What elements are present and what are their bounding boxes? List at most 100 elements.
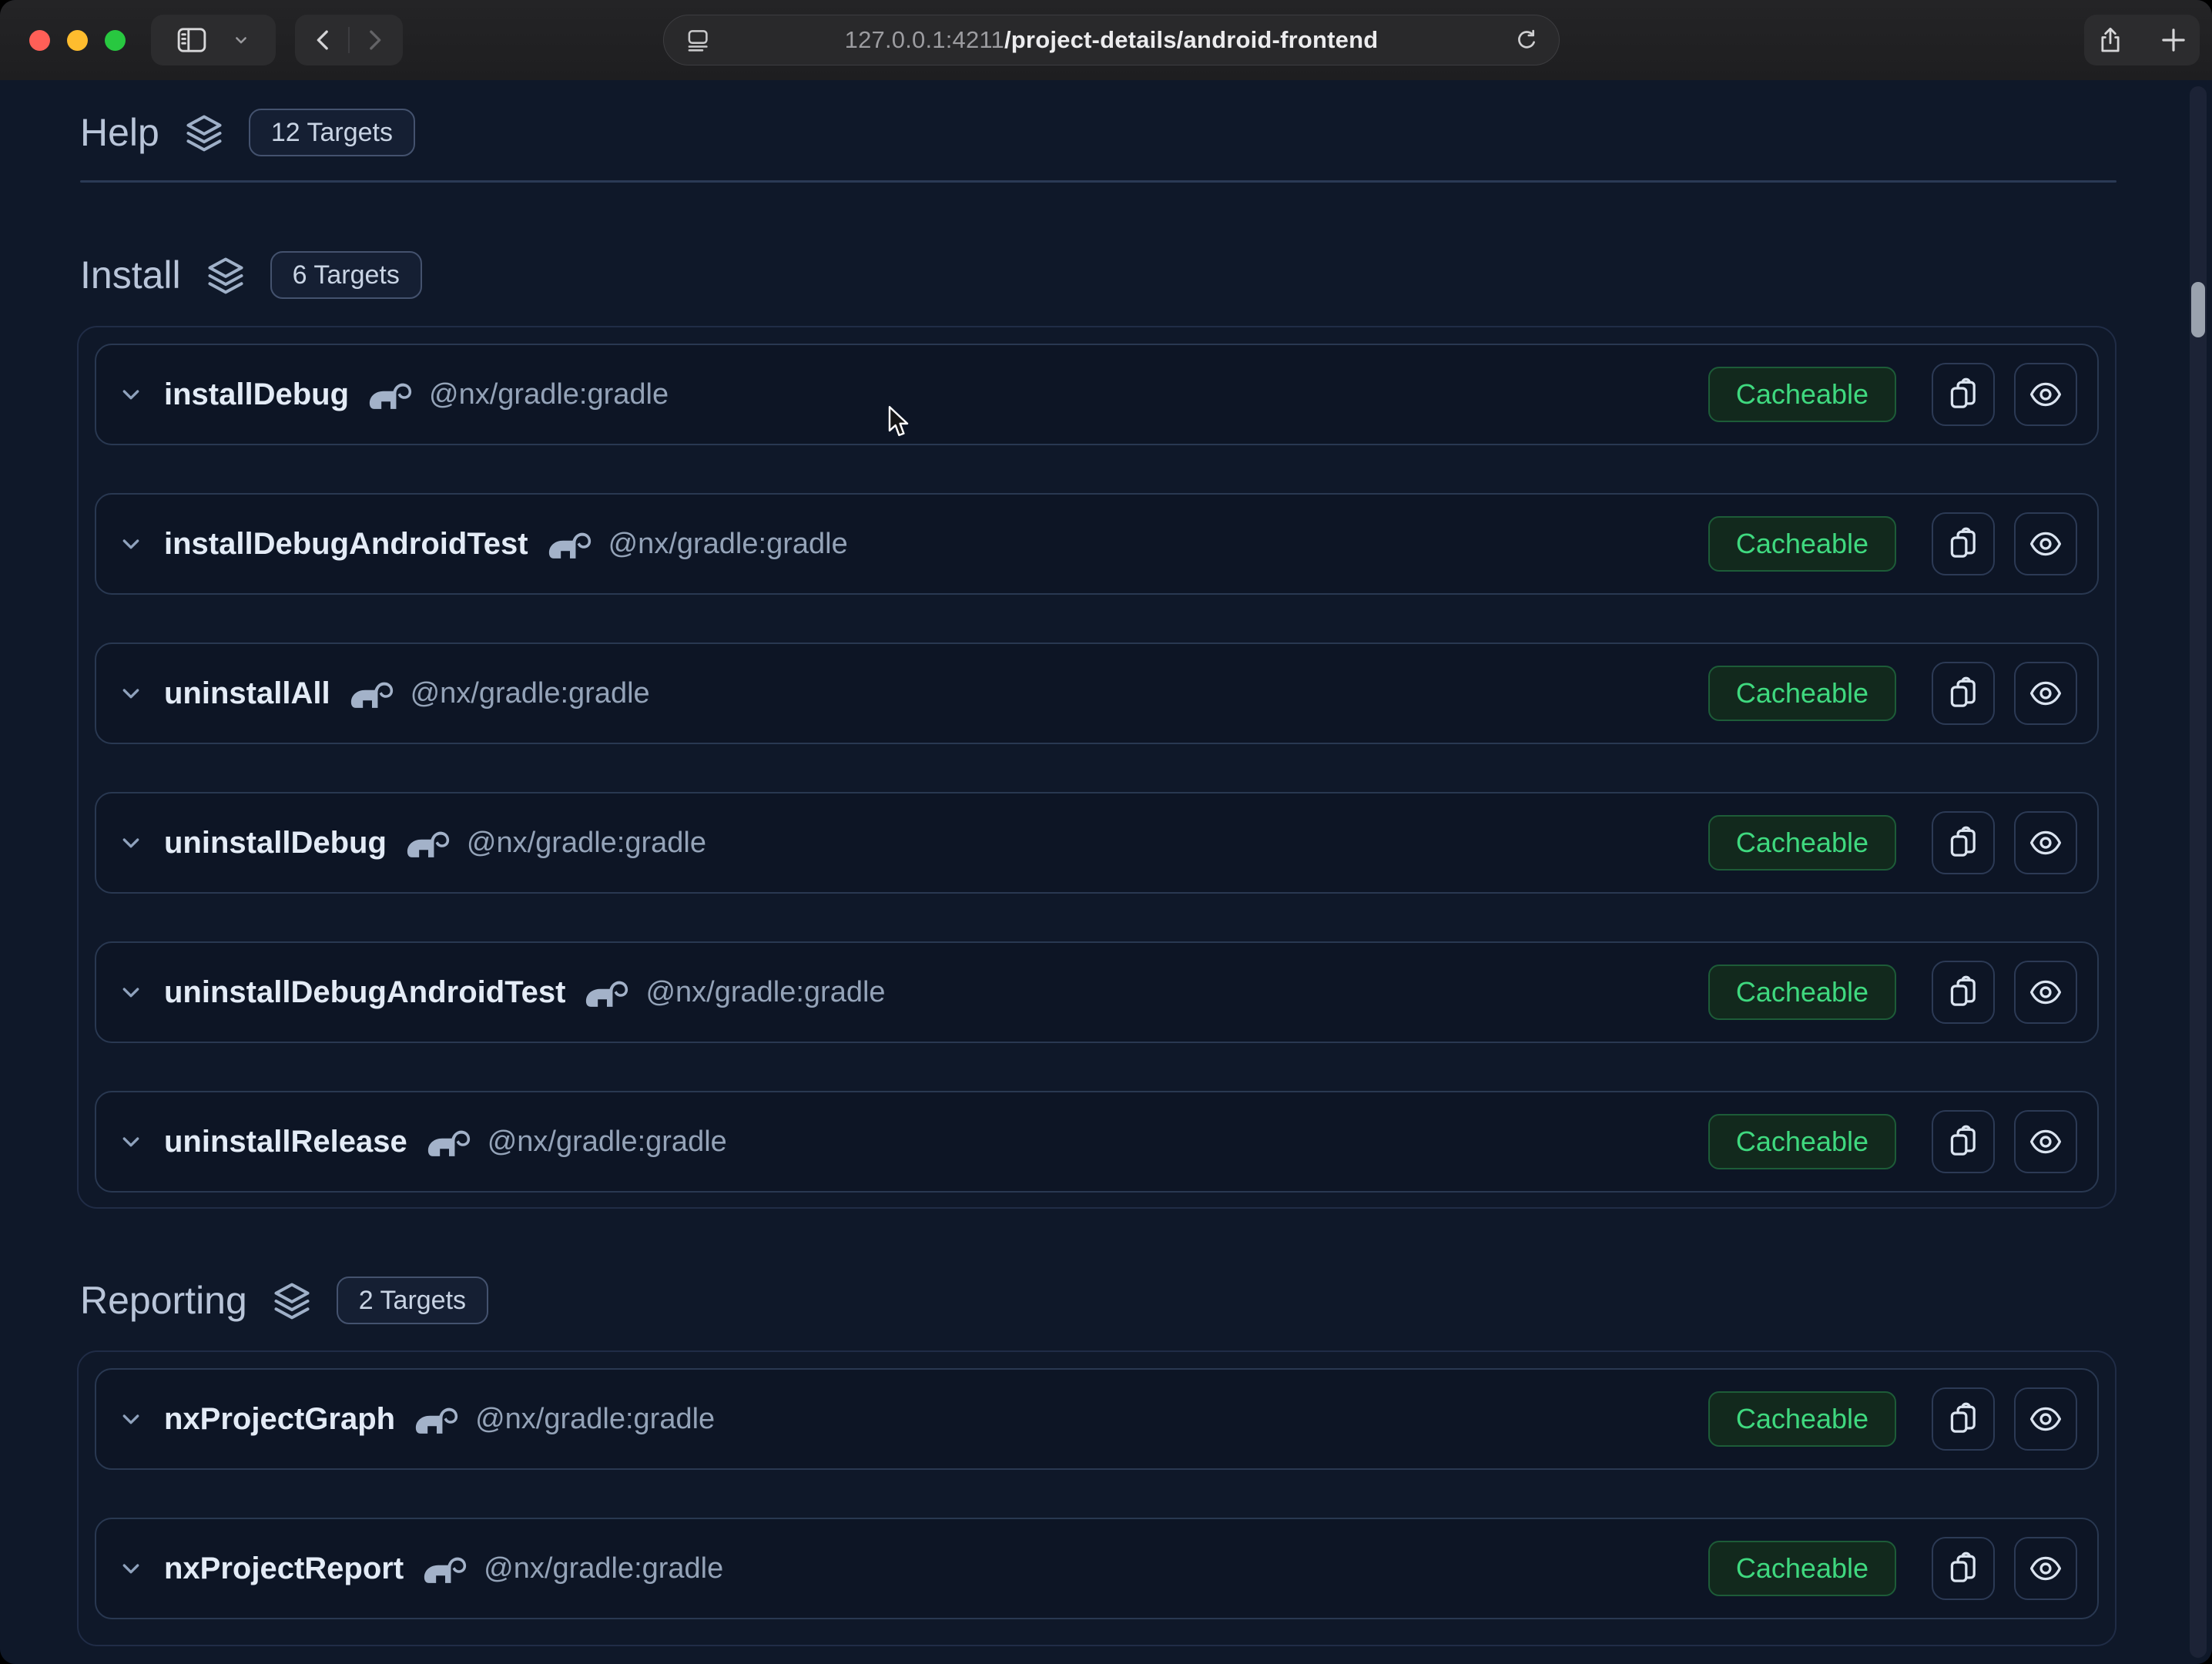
target-row[interactable]: uninstallAll @nx/gradle:gradle Cacheable — [95, 642, 2099, 744]
targets-count-badge: 6 Targets — [270, 251, 422, 299]
cacheable-badge: Cacheable — [1708, 516, 1896, 572]
traffic-lights — [29, 30, 126, 51]
section-title: Help — [80, 110, 159, 155]
copy-task-id-button[interactable] — [1932, 1537, 1995, 1600]
close-window-button[interactable] — [29, 30, 50, 51]
view-task-button[interactable] — [2014, 1537, 2077, 1600]
cacheable-badge: Cacheable — [1708, 1541, 1896, 1596]
target-name: uninstallDebugAndroidTest — [164, 975, 565, 1010]
cacheable-badge: Cacheable — [1708, 367, 1896, 422]
eye-icon — [2028, 676, 2063, 711]
view-task-button[interactable] — [2014, 1387, 2077, 1451]
target-executor: @nx/gradle:gradle — [484, 1552, 723, 1585]
section-header-help: Help 12 Targets — [80, 108, 415, 157]
back-button[interactable] — [308, 25, 339, 55]
chevron-down-icon[interactable] — [116, 1404, 146, 1434]
copy-task-id-button[interactable] — [1932, 1110, 1995, 1173]
gradle-icon — [585, 978, 628, 1008]
chevron-down-icon[interactable] — [116, 1127, 146, 1156]
copy-task-id-button[interactable] — [1932, 512, 1995, 575]
target-group-reporting: nxProjectGraph @nx/gradle:gradle Cacheab… — [77, 1350, 2116, 1646]
targets-count-badge: 12 Targets — [249, 109, 415, 156]
url-host: 127.0.0.1:4211 — [845, 26, 1004, 53]
eye-icon — [2028, 1124, 2063, 1159]
target-row[interactable]: uninstallDebug @nx/gradle:gradle Cacheab… — [95, 792, 2099, 894]
target-group-install: installDebug @nx/gradle:gradle Cacheable — [77, 326, 2116, 1209]
copy-icon — [1946, 377, 1981, 412]
target-name: uninstallAll — [164, 676, 330, 711]
copy-icon — [1946, 1401, 1981, 1437]
cacheable-badge: Cacheable — [1708, 1391, 1896, 1447]
copy-task-id-button[interactable] — [1932, 363, 1995, 426]
gradle-icon — [427, 1127, 471, 1157]
share-button[interactable] — [2094, 24, 2127, 56]
chevron-down-icon[interactable] — [116, 828, 146, 857]
target-row[interactable]: installDebugAndroidTest @nx/gradle:gradl… — [95, 493, 2099, 595]
chevron-down-icon[interactable] — [116, 679, 146, 708]
new-tab-button[interactable] — [2157, 24, 2190, 56]
copy-task-id-button[interactable] — [1932, 811, 1995, 874]
gradle-icon — [424, 1554, 467, 1584]
gradle-icon — [415, 1404, 458, 1434]
gradle-icon — [548, 529, 592, 559]
target-executor: @nx/gradle:gradle — [608, 528, 848, 561]
view-task-button[interactable] — [2014, 662, 2077, 725]
zoom-window-button[interactable] — [105, 30, 126, 51]
eye-icon — [2028, 825, 2063, 861]
target-row[interactable]: nxProjectReport @nx/gradle:gradle Cachea… — [95, 1518, 2099, 1619]
target-executor: @nx/gradle:gradle — [467, 827, 706, 860]
copy-task-id-button[interactable] — [1932, 961, 1995, 1024]
nav-divider — [348, 27, 350, 53]
chevron-down-icon[interactable] — [116, 978, 146, 1007]
cacheable-badge: Cacheable — [1708, 815, 1896, 871]
chevron-down-icon — [230, 29, 253, 52]
layers-icon — [183, 111, 226, 154]
cacheable-badge: Cacheable — [1708, 1114, 1896, 1169]
target-executor: @nx/gradle:gradle — [488, 1126, 727, 1159]
browser-window: 127.0.0.1:4211/project-details/android-f… — [0, 0, 2212, 1664]
target-executor: @nx/gradle:gradle — [411, 677, 650, 710]
gradle-icon — [407, 828, 450, 858]
target-row[interactable]: nxProjectGraph @nx/gradle:gradle Cacheab… — [95, 1368, 2099, 1470]
navigation-buttons — [295, 15, 403, 65]
target-name: uninstallDebug — [164, 826, 387, 861]
target-name: nxProjectGraph — [164, 1402, 395, 1437]
target-name: uninstallRelease — [164, 1125, 407, 1159]
chevron-down-icon[interactable] — [116, 529, 146, 559]
view-task-button[interactable] — [2014, 811, 2077, 874]
view-task-button[interactable] — [2014, 512, 2077, 575]
copy-icon — [1946, 676, 1981, 711]
target-row[interactable]: installDebug @nx/gradle:gradle Cacheable — [95, 344, 2099, 445]
view-task-button[interactable] — [2014, 1110, 2077, 1173]
target-executor: @nx/gradle:gradle — [645, 976, 885, 1009]
section-title: Install — [80, 253, 181, 297]
copy-task-id-button[interactable] — [1932, 1387, 1995, 1451]
forward-button[interactable] — [359, 25, 390, 55]
cacheable-badge: Cacheable — [1708, 666, 1896, 721]
toolbar-right-group — [2084, 15, 2200, 65]
chevron-down-icon[interactable] — [116, 380, 146, 409]
layers-icon — [270, 1279, 313, 1322]
browser-toolbar: 127.0.0.1:4211/project-details/android-f… — [0, 0, 2212, 80]
chevron-down-icon[interactable] — [116, 1554, 146, 1583]
section-header-install: Install 6 Targets — [80, 250, 422, 300]
view-task-button[interactable] — [2014, 363, 2077, 426]
copy-icon — [1946, 975, 1981, 1010]
target-row[interactable]: uninstallRelease @nx/gradle:gradle Cache… — [95, 1091, 2099, 1193]
url-text: 127.0.0.1:4211/project-details/android-f… — [664, 26, 1559, 54]
gradle-icon — [369, 380, 412, 410]
scrollbar-thumb[interactable] — [2191, 282, 2205, 337]
view-task-button[interactable] — [2014, 961, 2077, 1024]
target-row[interactable]: uninstallDebugAndroidTest @nx/gradle:gra… — [95, 941, 2099, 1043]
sidebar-toggle-button[interactable] — [151, 15, 276, 65]
copy-icon — [1946, 526, 1981, 562]
address-bar[interactable]: 127.0.0.1:4211/project-details/android-f… — [663, 15, 1560, 65]
copy-task-id-button[interactable] — [1932, 662, 1995, 725]
copy-icon — [1946, 825, 1981, 861]
target-name: installDebug — [164, 377, 349, 412]
reload-button[interactable] — [1513, 27, 1540, 55]
target-executor: @nx/gradle:gradle — [429, 378, 669, 411]
minimize-window-button[interactable] — [67, 30, 88, 51]
target-name: installDebugAndroidTest — [164, 527, 528, 562]
project-details-page: Help 12 Targets Install 6 Targets — [0, 80, 2212, 1664]
